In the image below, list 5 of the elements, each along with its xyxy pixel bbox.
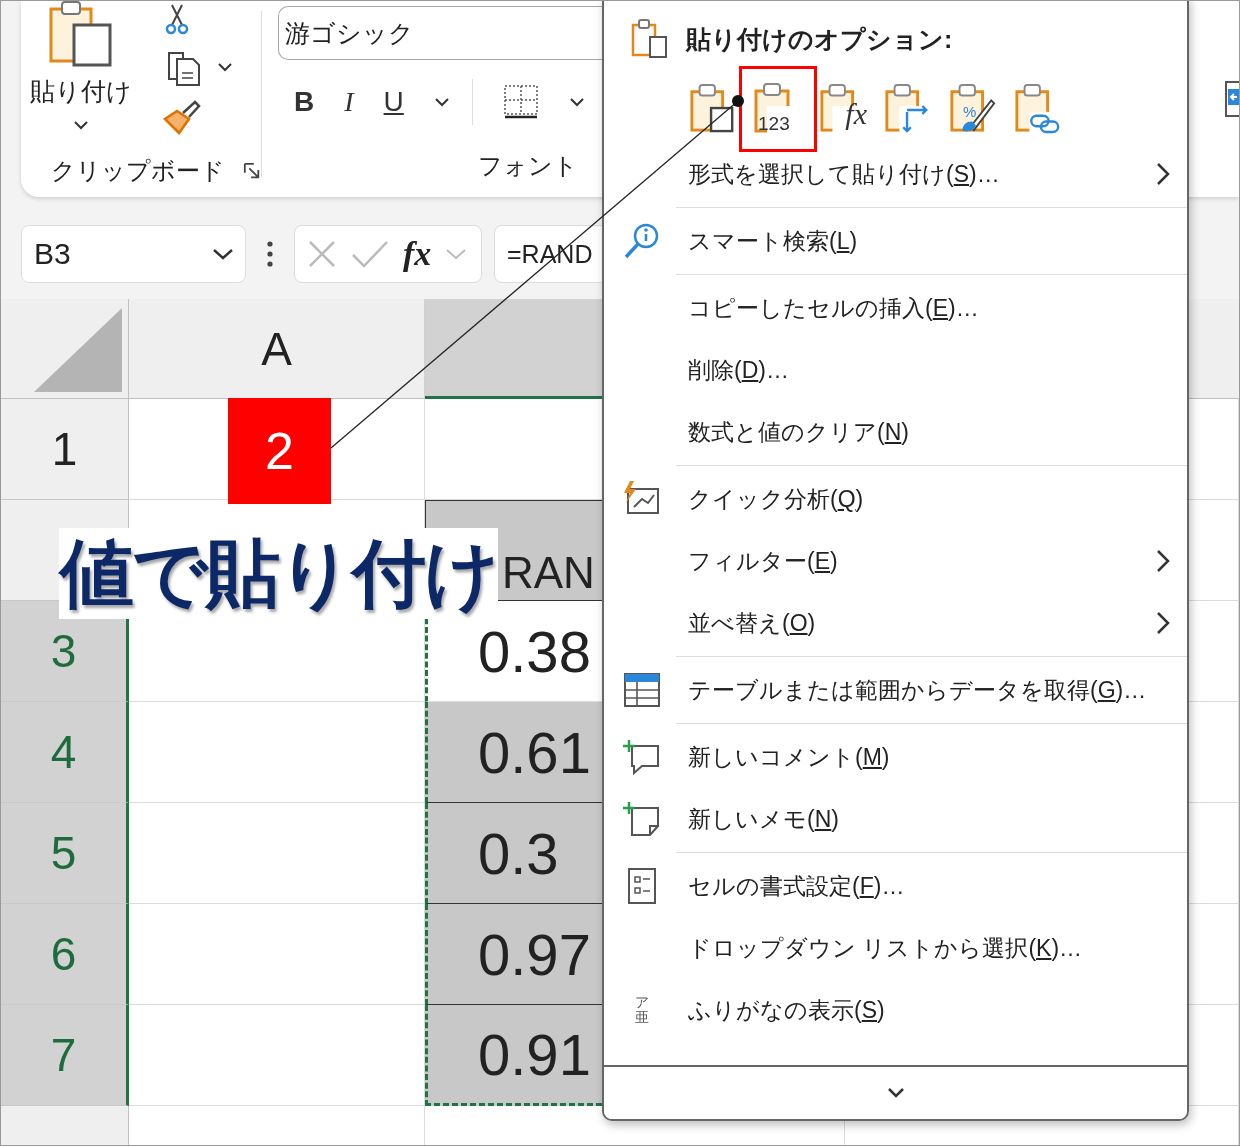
group-label: フォント: [478, 151, 578, 181]
step-badge: 2: [228, 398, 331, 504]
group-label: クリップボード: [51, 156, 225, 186]
menu-heading: 貼り付けのオプション:: [686, 23, 953, 55]
callout-tooltip: 値で貼り付け: [59, 528, 498, 619]
